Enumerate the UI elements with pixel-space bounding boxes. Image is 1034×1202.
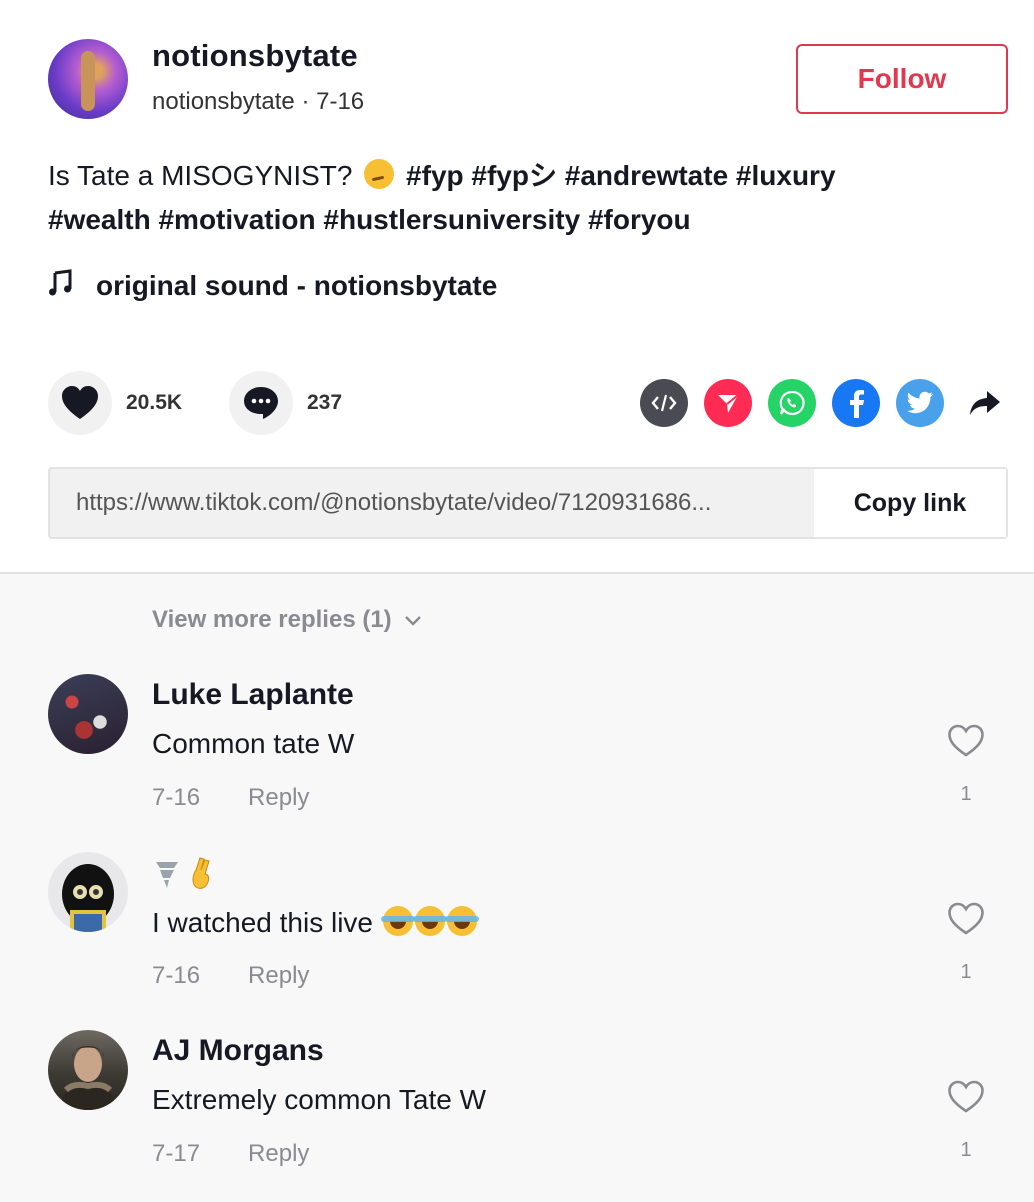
- comment-author-name[interactable]: [152, 856, 218, 899]
- hashtags-line-1[interactable]: #fyp #fypシ #andrewtate #luxury: [406, 160, 835, 191]
- laughing-tears-emoji-icon: [444, 906, 479, 936]
- comment-like[interactable]: 1: [944, 724, 988, 806]
- copy-link-button[interactable]: Copy link: [814, 469, 1006, 537]
- music-note-icon: [48, 268, 78, 304]
- comment-avatar[interactable]: [48, 674, 128, 754]
- laughing-tears-emoji-icon: [380, 906, 415, 936]
- comment-author-name[interactable]: AJ Morgans: [152, 1034, 324, 1068]
- comment-author-name[interactable]: Luke Laplante: [152, 678, 354, 712]
- thinking-face-emoji-icon: [364, 159, 395, 189]
- reply-button[interactable]: Reply: [248, 962, 309, 990]
- comment-stat[interactable]: 237: [229, 371, 342, 435]
- comment-text: Extremely common Tate W: [152, 1084, 487, 1115]
- like-count: 20.5K: [126, 391, 183, 414]
- comment-avatar[interactable]: [48, 1030, 128, 1110]
- twitter-icon[interactable]: [896, 379, 944, 427]
- sound-name: original sound - notionsbytate: [96, 270, 498, 301]
- comment-date: 7-16: [152, 962, 201, 989]
- author-username[interactable]: notionsbytate: [152, 38, 358, 74]
- chevron-down-icon: [404, 606, 422, 634]
- share-link-box: https://www.tiktok.com/@notionsbytate/vi…: [48, 467, 1008, 539]
- comment-date: 7-16: [152, 784, 201, 811]
- reply-button[interactable]: Reply: [248, 1140, 309, 1168]
- laughing-tears-emoji-icon: [412, 906, 447, 936]
- comment-meta: 7-16 Reply: [152, 784, 309, 812]
- comment-like[interactable]: 1: [944, 902, 988, 984]
- comment-count: 237: [307, 391, 343, 414]
- hashtags-line-2[interactable]: #wealth #motivation #hustlersuniversity …: [48, 204, 691, 235]
- comment-like[interactable]: 1: [944, 1080, 988, 1162]
- comment-date: 7-17: [152, 1140, 201, 1167]
- heart-outline-icon[interactable]: [947, 724, 985, 763]
- heart-outline-icon[interactable]: [947, 902, 985, 941]
- heart-icon[interactable]: [48, 371, 112, 435]
- embed-icon[interactable]: [640, 379, 688, 427]
- tornado-and-crossed-fingers-icon: [156, 857, 210, 889]
- author-handle-date: notionsbytate · 7-16: [152, 88, 365, 115]
- view-more-label: View more replies (1): [152, 606, 392, 633]
- author-avatar[interactable]: [48, 39, 128, 119]
- comment-text: I watched this live: [152, 906, 479, 939]
- heart-outline-icon[interactable]: [947, 1080, 985, 1119]
- comment-like-count: 1: [960, 1139, 972, 1161]
- comment-meta: 7-16 Reply: [152, 962, 309, 990]
- post-header-section: notionsbytate notionsbytate · 7-16 Follo…: [0, 0, 1034, 572]
- reply-button[interactable]: Reply: [248, 784, 309, 812]
- post-description: Is Tate a MISOGYNIST? #fyp #fypシ #andrew…: [48, 154, 978, 242]
- view-more-replies-button[interactable]: View more replies (1): [152, 606, 422, 634]
- send-to-friends-icon[interactable]: [704, 379, 752, 427]
- facebook-icon[interactable]: [832, 379, 880, 427]
- follow-button[interactable]: Follow: [796, 44, 1008, 114]
- comment-avatar[interactable]: [48, 852, 128, 932]
- sound-link[interactable]: original sound - notionsbytate: [48, 266, 497, 306]
- like-stat[interactable]: 20.5K: [48, 371, 182, 435]
- comment-like-count: 1: [960, 961, 972, 983]
- comment-like-count: 1: [960, 783, 972, 805]
- share-url-field[interactable]: https://www.tiktok.com/@notionsbytate/vi…: [50, 469, 814, 537]
- description-text: Is Tate a MISOGYNIST?: [48, 160, 361, 191]
- comment-meta: 7-17 Reply: [152, 1140, 309, 1168]
- comment-text: Common tate W: [152, 728, 355, 759]
- comments-section: View more replies (1) Luke Laplante Comm…: [0, 572, 1034, 1202]
- whatsapp-icon[interactable]: [768, 379, 816, 427]
- share-arrow-icon[interactable]: [966, 384, 1004, 422]
- comment-bubble-icon[interactable]: [229, 371, 293, 435]
